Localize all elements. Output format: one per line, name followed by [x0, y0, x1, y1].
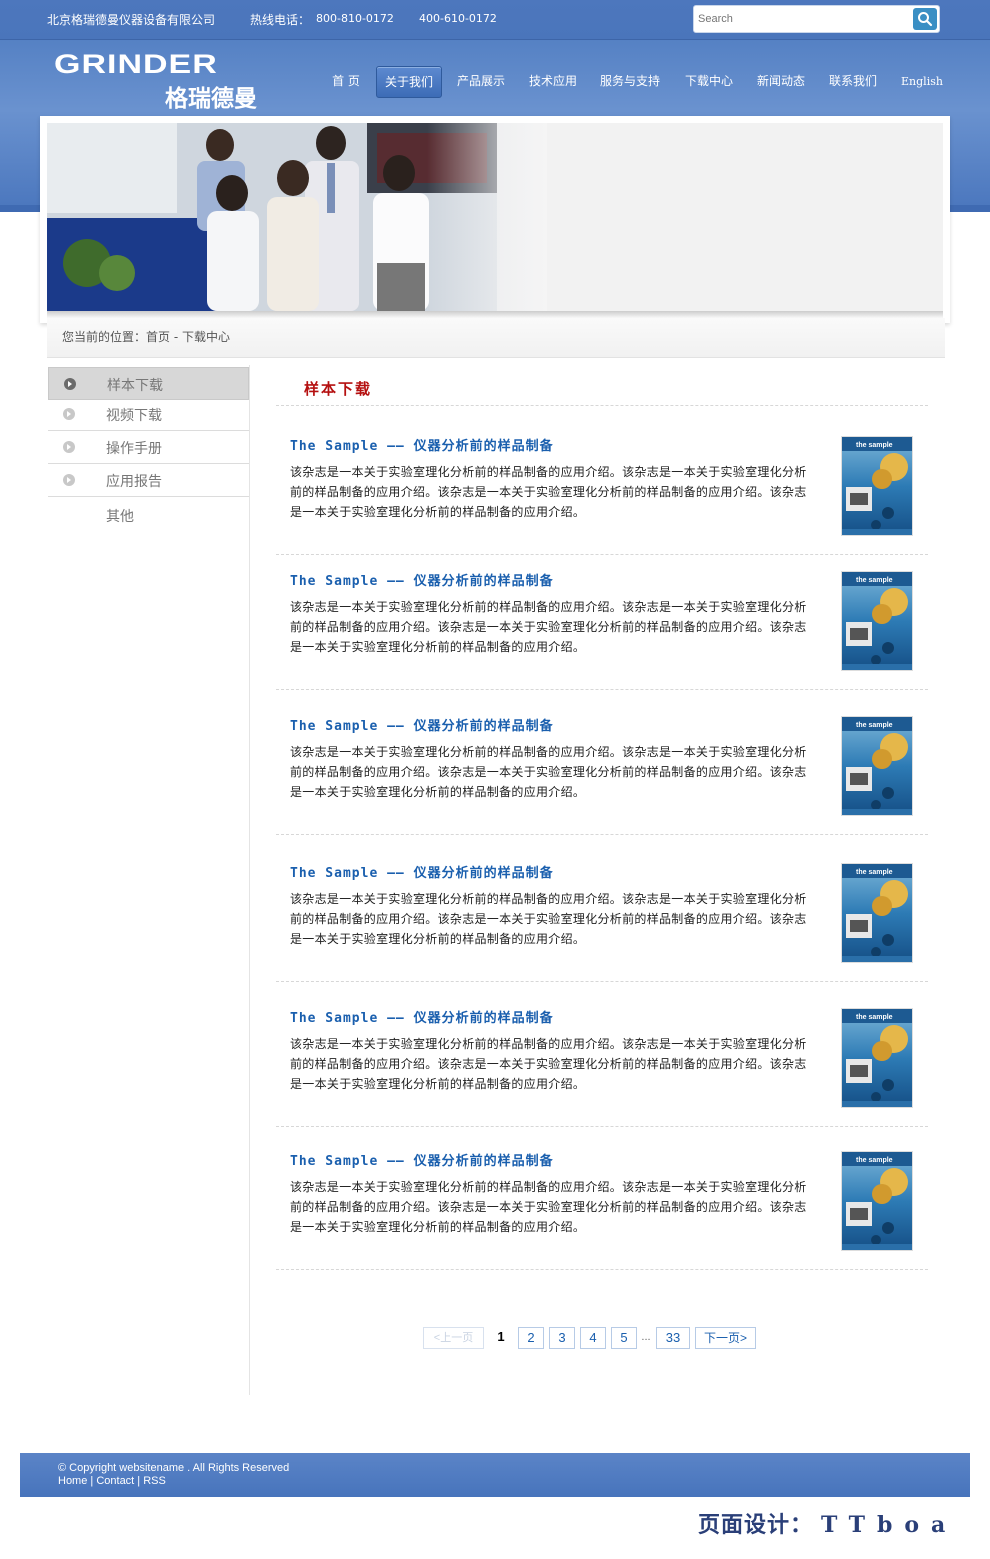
item-title-link[interactable]: The Sample —— 仪器分析前的样品制备 [290, 862, 554, 881]
search-icon [918, 12, 933, 27]
breadcrumb: 您当前的位置：首页 - 下载中心 [62, 330, 230, 344]
footer-link-contact[interactable]: Contact [96, 1475, 134, 1487]
item-thumbnail[interactable]: the sample [841, 863, 913, 963]
nav-home[interactable]: 首 页 [318, 66, 374, 98]
item-title-link[interactable]: The Sample —— 仪器分析前的样品制备 [290, 570, 554, 589]
logo-english: GRINDER [54, 48, 218, 80]
hotline-phone-2: 400-610-0172 [419, 12, 497, 25]
item-thumbnail[interactable]: the sample [841, 1008, 913, 1108]
magazine-cover-image: the sample [842, 717, 912, 815]
item-description: 该杂志是一本关于实验室理化分析前的样品制备的应用介绍。该杂志是一本关于实验室理化… [290, 600, 807, 654]
thumb-cover-text: the sample [856, 1014, 893, 1021]
thumb-cover-text: the sample [856, 722, 893, 729]
logo-chinese: 格瑞德曼 [165, 86, 257, 112]
item-title-link[interactable]: The Sample —— 仪器分析前的样品制备 [290, 1150, 554, 1169]
sidebar-item-sample-download[interactable]: 样本下载 [48, 367, 249, 400]
header-divider [0, 39, 990, 40]
nav-service[interactable]: 服务与支持 [594, 66, 666, 98]
item-thumbnail[interactable]: the sample [841, 716, 913, 816]
nav-about[interactable]: 关于我们 [376, 66, 442, 98]
sidebar-item-manual[interactable]: 操作手册 [48, 431, 249, 464]
thumb-cover-text: the sample [856, 442, 893, 449]
footer-copyright: © Copyright websitename . All Rights Res… [58, 1462, 290, 1474]
item-thumbnail[interactable]: the sample [841, 436, 913, 536]
footer-link-home[interactable]: Home [58, 1475, 87, 1487]
sidebar-item-label: 样本下载 [107, 378, 163, 394]
banner-image [47, 123, 943, 311]
nav-english[interactable]: English [894, 66, 950, 98]
banner-people-illustration [47, 123, 943, 311]
nav-news[interactable]: 新闻动态 [748, 66, 814, 98]
pagination-page[interactable]: 4 [580, 1327, 606, 1349]
arrow-bullet-icon [63, 441, 75, 453]
design-credit: 页面设计： TTboa [698, 1507, 957, 1539]
arrow-bullet-icon [63, 408, 75, 420]
item-title-link[interactable]: The Sample —— 仪器分析前的样品制备 [290, 1007, 554, 1026]
pagination-last[interactable]: 33 [656, 1327, 690, 1349]
search-button[interactable] [913, 8, 937, 30]
magazine-cover-image: the sample [842, 1152, 912, 1250]
list-item: The Sample —— 仪器分析前的样品制备该杂志是一本关于实验室理化分析前… [276, 545, 928, 690]
pagination-page[interactable]: 2 [518, 1327, 544, 1349]
list-item: The Sample —— 仪器分析前的样品制备该杂志是一本关于实验室理化分析前… [276, 410, 928, 555]
sidebar-item-video-download[interactable]: 视频下载 [48, 398, 249, 431]
list-item: The Sample —— 仪器分析前的样品制备该杂志是一本关于实验室理化分析前… [276, 982, 928, 1127]
item-description: 该杂志是一本关于实验室理化分析前的样品制备的应用介绍。该杂志是一本关于实验室理化… [290, 892, 807, 946]
section-title: 样本下载 [304, 380, 373, 398]
site-logo[interactable]: GRINDER 格瑞德曼 [54, 48, 257, 112]
company-name: 北京格瑞德曼仪器设备有限公司 [47, 13, 216, 27]
thumb-cover-text: the sample [856, 869, 893, 876]
list-item: The Sample —— 仪器分析前的样品制备该杂志是一本关于实验室理化分析前… [276, 690, 928, 835]
search-box [693, 5, 940, 33]
item-title-link[interactable]: The Sample —— 仪器分析前的样品制备 [290, 715, 554, 734]
nav-products[interactable]: 产品展示 [448, 66, 514, 98]
item-thumbnail[interactable]: the sample [841, 571, 913, 671]
nav-download[interactable]: 下载中心 [676, 66, 742, 98]
sidebar-item-other[interactable]: 其他 [48, 499, 249, 532]
search-input[interactable] [698, 10, 908, 28]
hotline-label: 热线电话： [250, 13, 311, 27]
site-footer: © Copyright websitename . All Rights Res… [20, 1453, 970, 1497]
arrow-bullet-icon [63, 474, 75, 486]
arrow-bullet-icon [64, 378, 76, 390]
list-item: The Sample —— 仪器分析前的样品制备该杂志是一本关于实验室理化分析前… [276, 1125, 928, 1270]
pagination-ellipsis: ... [639, 1327, 653, 1349]
item-description: 该杂志是一本关于实验室理化分析前的样品制备的应用介绍。该杂志是一本关于实验室理化… [290, 1180, 807, 1234]
magazine-cover-image: the sample [842, 572, 912, 670]
item-description: 该杂志是一本关于实验室理化分析前的样品制备的应用介绍。该杂志是一本关于实验室理化… [290, 465, 807, 519]
pagination: <上一页 1 2 3 4 5 ... 33 下一页> [0, 1327, 990, 1349]
thumb-cover-text: the sample [856, 1157, 893, 1164]
thumb-cover-text: the sample [856, 577, 893, 584]
sidebar-item-app-report[interactable]: 应用报告 [48, 464, 249, 497]
pagination-next[interactable]: 下一页> [695, 1327, 756, 1349]
item-title-link[interactable]: The Sample —— 仪器分析前的样品制备 [290, 435, 554, 454]
list-item: The Sample —— 仪器分析前的样品制备该杂志是一本关于实验室理化分析前… [276, 837, 928, 982]
sidebar-item-label: 应用报告 [106, 474, 162, 490]
design-credit-label: 页面设计： [698, 1513, 814, 1538]
magazine-cover-image: the sample [842, 437, 912, 535]
pagination-page[interactable]: 5 [611, 1327, 637, 1349]
sidebar-item-label: 操作手册 [106, 441, 162, 457]
pagination-current: 1 [492, 1327, 510, 1349]
item-description: 该杂志是一本关于实验室理化分析前的样品制备的应用介绍。该杂志是一本关于实验室理化… [290, 745, 807, 799]
pagination-prev[interactable]: <上一页 [423, 1327, 484, 1349]
sidebar-item-label: 其他 [106, 509, 134, 525]
item-thumbnail[interactable]: the sample [841, 1151, 913, 1251]
item-description: 该杂志是一本关于实验室理化分析前的样品制备的应用介绍。该杂志是一本关于实验室理化… [290, 1037, 807, 1091]
sidebar-divider [249, 365, 250, 1395]
magazine-cover-image: the sample [842, 864, 912, 962]
nav-contact[interactable]: 联系我们 [820, 66, 886, 98]
section-divider [276, 405, 928, 406]
nav-tech[interactable]: 技术应用 [520, 66, 586, 98]
sidebar-item-label: 视频下载 [106, 408, 162, 424]
footer-link-rss[interactable]: RSS [143, 1475, 166, 1487]
magazine-cover-image: the sample [842, 1009, 912, 1107]
hotline-phone-1: 800-810-0172 [316, 12, 394, 25]
design-credit-name: TTboa [821, 1512, 958, 1538]
footer-links: Home | Contact | RSS [58, 1475, 166, 1487]
pagination-page[interactable]: 3 [549, 1327, 575, 1349]
